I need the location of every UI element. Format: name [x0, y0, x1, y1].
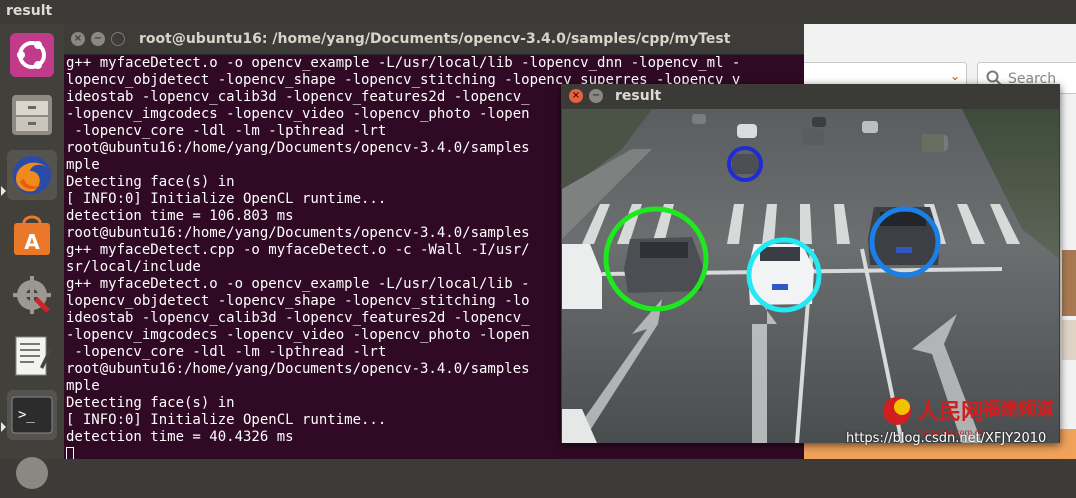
- terminal-line: g++ myfaceDetect.o -o opencv_example -L/…: [66, 55, 741, 71]
- top-panel: result: [0, 0, 1076, 25]
- launcher: A >_: [0, 24, 65, 489]
- terminal-line: ideostab -lopencv_calib3d -lopencv_featu…: [66, 89, 530, 105]
- launcher-item-partial[interactable]: [7, 448, 57, 498]
- terminal-line: g++ myfaceDetect.o -o opencv_example -L/…: [66, 276, 530, 292]
- terminal-line: -lopencv_imgcodecs -lopencv_video -lopen…: [66, 327, 530, 343]
- firefox-icon: [13, 156, 51, 194]
- terminal-line: detection time = 40.4326 ms: [66, 429, 294, 445]
- terminal-line: Detecting face(s) in: [66, 174, 235, 190]
- svg-text:>_: >_: [18, 407, 35, 423]
- thumbnail-image: [1062, 250, 1076, 316]
- launcher-item-dash[interactable]: [7, 30, 57, 80]
- terminal-cursor: [66, 447, 74, 459]
- detection-image: 人民网 fj.people.com.cn 福建频道: [562, 109, 1059, 443]
- terminal-line: mple: [66, 157, 100, 173]
- chevron-down-icon: ⌄: [949, 69, 960, 83]
- road-scene-image: 人民网 fj.people.com.cn 福建频道: [562, 109, 1059, 443]
- ubuntu-dash-icon: [10, 33, 54, 77]
- terminal-line: mple: [66, 378, 100, 394]
- files-icon: [12, 95, 52, 135]
- terminal-line: sr/local/include: [66, 259, 201, 275]
- minimize-button[interactable]: −: [91, 32, 105, 46]
- launcher-item-text-editor[interactable]: [7, 330, 57, 380]
- result-window[interactable]: × − result 人民网 fj.people.com.cn 福建频道: [561, 84, 1060, 443]
- terminal-line: g++ myfaceDetect.cpp -o myfaceDetect.o -…: [66, 242, 530, 258]
- running-indicator: [1, 422, 6, 432]
- launcher-item-settings[interactable]: [7, 270, 57, 320]
- result-titlebar[interactable]: × − result: [561, 84, 1060, 109]
- svg-text:A: A: [24, 230, 40, 254]
- running-indicator: [1, 186, 6, 196]
- terminal-line: -lopencv_core -ldl -lm -lpthread -lrt: [66, 123, 387, 139]
- software-center-icon: A: [14, 215, 50, 255]
- terminal-icon: >_: [11, 396, 53, 434]
- terminal-titlebar[interactable]: × − root@ubuntu16: /home/yang/Documents/…: [64, 24, 804, 55]
- terminal-line: detection time = 106.803 ms: [66, 208, 294, 224]
- close-button[interactable]: ×: [71, 32, 85, 46]
- terminal-line: ideostab -lopencv_calib3d -lopencv_featu…: [66, 310, 530, 326]
- terminal-line: root@ubuntu16:/home/yang/Documents/openc…: [66, 140, 530, 156]
- launcher-item-files[interactable]: [7, 90, 57, 140]
- terminal-line: Detecting face(s) in: [66, 395, 235, 411]
- terminal-line: -lopencv_imgcodecs -lopencv_video -lopen…: [66, 106, 530, 122]
- terminal-line: root@ubuntu16:/home/yang/Documents/openc…: [66, 225, 530, 241]
- launcher-item-software[interactable]: A: [7, 210, 57, 260]
- terminal-line: [ INFO:0] Initialize OpenCL runtime...: [66, 412, 387, 428]
- disc-icon: [16, 457, 48, 489]
- terminal-line: root@ubuntu16:/home/yang/Documents/openc…: [66, 361, 530, 377]
- maximize-button[interactable]: [111, 32, 125, 46]
- result-window-title: result: [615, 88, 662, 104]
- launcher-item-terminal[interactable]: >_: [7, 390, 57, 440]
- system-settings-icon: [13, 276, 51, 314]
- active-window-title: result: [6, 3, 53, 19]
- minimize-button[interactable]: −: [589, 89, 603, 103]
- terminal-line: [ INFO:0] Initialize OpenCL runtime...: [66, 191, 387, 207]
- close-button[interactable]: ×: [569, 89, 583, 103]
- logo-text: 人民网: [917, 399, 983, 425]
- thumbnail-image: [1062, 320, 1076, 360]
- terminal-title: root@ubuntu16: /home/yang/Documents/open…: [139, 31, 731, 47]
- terminal-line: lopencv_objdetect -lopencv_shape -lopenc…: [66, 293, 530, 309]
- csdn-watermark: https://blog.csdn.net/XFJY2010: [846, 431, 1047, 446]
- terminal-line: -lopencv_core -ldl -lm -lpthread -lrt: [66, 344, 387, 360]
- launcher-item-firefox[interactable]: [7, 150, 57, 200]
- text-editor-icon: [15, 336, 53, 376]
- logo-sub-text: 福建频道: [981, 398, 1054, 420]
